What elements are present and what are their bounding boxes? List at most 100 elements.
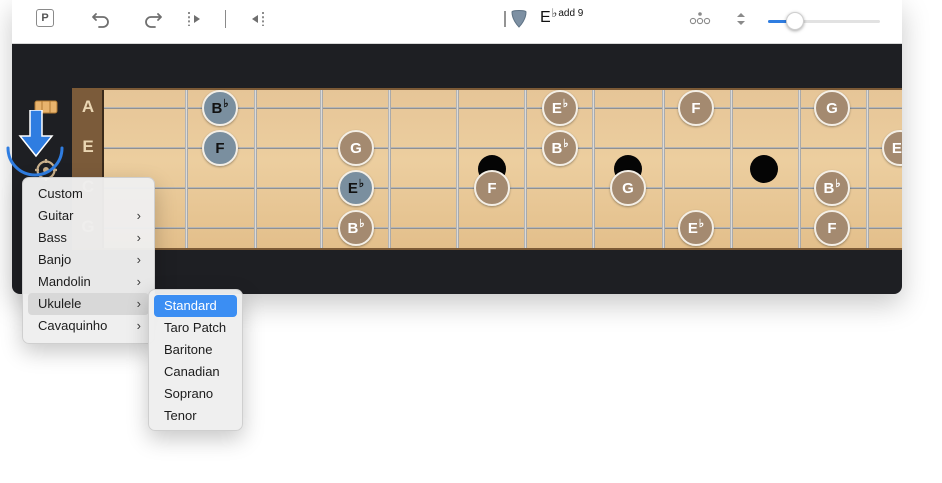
redo-icon [145,13,162,28]
menu-item-label: Guitar [38,208,74,223]
note-accidental: ♭ [835,177,841,190]
step-back-icon [252,12,264,26]
fret-wire [592,90,595,248]
note-marker[interactable]: E♭ [338,170,374,206]
step-back-button[interactable] [246,8,268,30]
string-label: A [81,97,95,116]
tuning-menu-item[interactable]: Standard [154,295,237,317]
fret-wire [524,90,527,248]
fret-wire [320,90,323,248]
note-marker[interactable]: F [474,170,510,206]
toolbar-divider [225,10,226,28]
undo-icon [92,13,109,28]
tuning-menu-item[interactable]: Baritone [154,339,237,361]
strings-button[interactable] [688,8,712,30]
chord-pick-button[interactable] [502,8,534,30]
note-marker[interactable]: G [338,130,374,166]
note-marker[interactable]: G [610,170,646,206]
chevron-right-icon: › [136,208,141,223]
instrument-menu-item[interactable]: Mandolin › [28,271,149,293]
note-label: B [823,179,835,197]
redo-button[interactable] [142,8,164,30]
up-down-button[interactable] [734,8,748,30]
undo-button[interactable] [90,8,112,30]
chevron-right-icon: › [136,230,141,245]
menu-item-label: Banjo [38,252,72,267]
fret-wire [662,90,665,248]
menu-item-label: Canadian [164,364,220,379]
note-label: B [211,99,223,117]
preset-button[interactable]: P [36,9,54,27]
note-accidental: ♭ [562,97,569,110]
note-label: F [691,99,701,117]
note-label: G [622,179,634,197]
note-marker[interactable]: E♭ [542,90,578,126]
note-accidental: ♭ [358,177,365,190]
tuning-menu-item[interactable]: Tenor [154,405,237,427]
instrument-menu-item[interactable]: Ukulele › [28,293,149,315]
strings-icon [689,12,711,25]
note-label: E [551,99,562,117]
note-marker[interactable]: E♭ [882,130,902,166]
note-label: E [687,219,698,237]
note-marker[interactable]: B ♭ [202,90,238,126]
chevron-right-icon: › [136,296,141,311]
fret-wire [388,90,391,248]
fret-wire [798,90,801,248]
note-marker[interactable]: B ♭ [338,210,374,246]
note-marker[interactable]: F [202,130,238,166]
chord-accidental: ♭ [551,6,558,20]
chevron-right-icon: › [136,274,141,289]
tuning-menu-item[interactable]: Taro Patch [154,317,237,339]
fretboard[interactable]: AECGB♭FGE♭B♭FE♭B♭GFE♭GB♭FE♭ [72,88,902,250]
menu-item-label: Tenor [164,408,197,423]
menu-item-label: Soprano [164,386,214,401]
menu-item-label: Mandolin [38,274,91,289]
guitar-pick-icon [504,10,527,28]
chord-root: E [540,9,551,26]
note-label: B [551,139,563,157]
tuning-menu-item[interactable]: Soprano [154,383,237,405]
instrument-menu-item[interactable]: Banjo › [28,249,149,271]
note-label: B [347,219,359,237]
string-label: E [82,137,94,156]
note-accidental: ♭ [563,137,569,150]
zoom-slider[interactable] [768,12,882,30]
menu-item-label: Standard [164,298,217,313]
fret-wire [185,90,188,248]
tuning-menu-item[interactable]: Canadian [154,361,237,383]
instrument-menu-item[interactable]: Guitar › [28,205,149,227]
chevron-right-icon: › [136,252,141,267]
chord-name[interactable]: E♭add 9 [540,6,584,27]
instrument-menu-item[interactable]: Custom [28,183,149,205]
note-marker[interactable]: F [678,90,714,126]
note-label: F [215,139,225,157]
instrument-menu-item[interactable]: Bass › [28,227,149,249]
note-label: G [350,139,362,157]
menu-item-label: Cavaquinho [38,318,108,333]
note-marker[interactable]: B ♭ [542,130,578,166]
note-marker[interactable]: B ♭ [814,170,850,206]
fret-wire [866,90,869,248]
note-marker[interactable]: E♭ [678,210,714,246]
note-label: F [487,179,497,197]
menu-item-label: Bass [38,230,67,245]
note-accidental: ♭ [359,217,365,230]
note-accidental: ♭ [698,217,705,230]
fret-dot-marker [750,155,778,183]
fret-wire [730,90,733,248]
menu-item-label: Taro Patch [164,320,227,335]
step-forward-button[interactable] [184,8,206,30]
note-label: F [827,219,837,237]
chord-extension: add 9 [558,8,584,19]
toolbar: P E♭add 9 [12,0,902,44]
zoom-slider-knob[interactable] [786,12,805,30]
menu-item-label: Custom [38,186,83,201]
note-marker[interactable]: F [814,210,850,246]
fret-wire [254,90,257,248]
instrument-menu-item[interactable]: Cavaquinho › [28,315,149,337]
arrow-down-icon [18,110,54,158]
menu-item-label: Baritone [164,342,213,357]
note-marker[interactable]: G [814,90,850,126]
note-label: E [347,179,358,197]
